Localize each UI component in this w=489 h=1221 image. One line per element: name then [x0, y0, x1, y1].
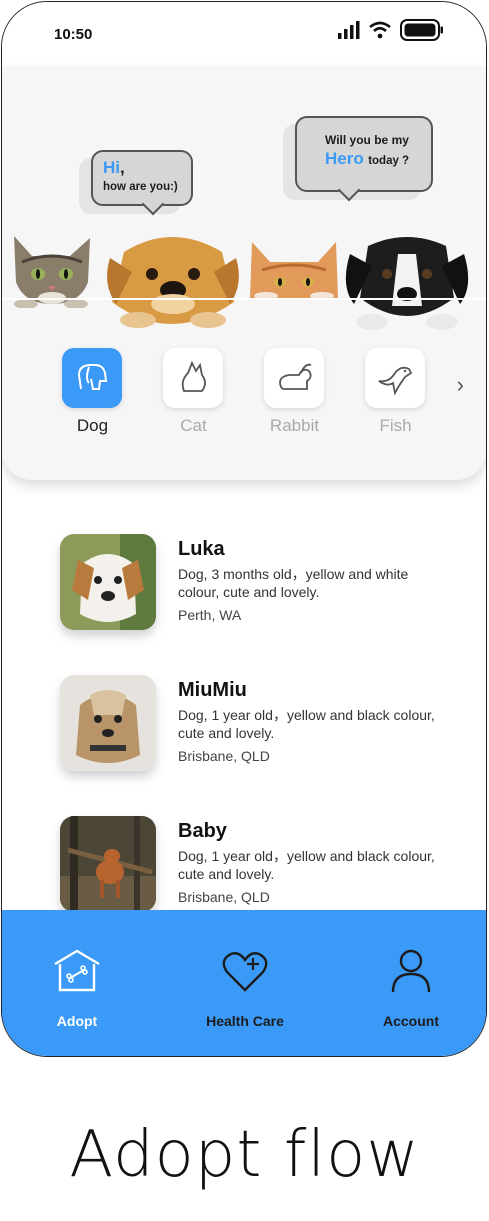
pet-location: Brisbane, QLD	[178, 748, 270, 764]
pet-location: Brisbane, QLD	[178, 889, 270, 905]
heart-plus-icon	[222, 952, 268, 992]
bottom-tab-bar: Adopt Health Care Account	[2, 910, 486, 1056]
category-cat[interactable]: Cat	[162, 348, 225, 436]
chevron-right-icon[interactable]: ›	[457, 372, 464, 398]
pet-description: Dog, 3 months old，yellow and white colou…	[178, 566, 409, 600]
wifi-icon	[369, 21, 391, 39]
tab-health-care[interactable]: Health Care	[190, 948, 300, 1029]
bubble-will-you: Will you be my	[325, 133, 409, 147]
tab-label: Account	[383, 1013, 439, 1029]
tab-adopt[interactable]: Adopt	[22, 948, 132, 1029]
status-bar: 10:50	[2, 2, 486, 66]
bubble-today: today ?	[368, 155, 410, 167]
orange-cat-image	[250, 242, 338, 300]
speech-bubble-hero: Will you be my Hero today ?	[295, 116, 433, 202]
battery-icon	[400, 19, 443, 41]
pet-photo	[60, 534, 156, 630]
rabbit-icon	[278, 363, 311, 390]
bubble-hero-word: Hero	[325, 149, 364, 168]
pet-name: MiuMiu	[178, 679, 247, 701]
category-label: Cat	[180, 416, 207, 435]
bubble-how-are-you: how are you:)	[103, 181, 178, 193]
bubble-hi-comma: ,	[120, 158, 125, 177]
dog-icon	[77, 364, 107, 390]
bubble-hi: Hi	[103, 158, 120, 177]
tab-label: Health Care	[206, 1013, 284, 1029]
speech-bubble-greeting: Hi, how are you:)	[91, 150, 193, 216]
category-fish[interactable]: Fish	[364, 348, 427, 436]
pet-description: Dog, 1 year old，yellow and black colour,…	[178, 848, 435, 882]
cat-icon	[181, 360, 206, 392]
pet-photo	[60, 675, 156, 771]
category-rabbit[interactable]: Rabbit	[263, 348, 326, 436]
ledge-divider	[2, 298, 486, 300]
pet-name: Luka	[178, 538, 225, 560]
phone-frame: 10:50 Hi, how are you:) Will you be my H…	[1, 1, 487, 1057]
category-label: Rabbit	[269, 416, 320, 435]
black-white-dog-image	[345, 237, 469, 330]
category-bar: Dog Cat Rabbit Fish	[2, 348, 486, 436]
pet-location: Perth, WA	[178, 607, 242, 623]
house-bone-icon	[54, 949, 100, 992]
tab-label: Adopt	[56, 1013, 98, 1029]
hero-banner: Hi, how are you:) Will you be my Hero to…	[2, 66, 486, 480]
pet-photo	[60, 816, 156, 912]
tab-account[interactable]: Account	[356, 948, 466, 1029]
status-time: 10:50	[54, 26, 93, 43]
pet-description: Dog, 1 year old，yellow and black colour,…	[178, 707, 435, 741]
pet-name: Baby	[178, 820, 227, 842]
category-label: Fish	[379, 416, 412, 435]
category-label: Dog	[76, 416, 109, 435]
category-dog[interactable]: Dog	[61, 348, 124, 436]
signal-icon	[338, 21, 360, 39]
golden-retriever-image	[107, 237, 239, 328]
caption-title: Adopt flow	[69, 1118, 420, 1192]
person-icon	[391, 949, 431, 993]
fish-icon	[377, 366, 412, 396]
tabby-cat-image	[14, 236, 90, 308]
